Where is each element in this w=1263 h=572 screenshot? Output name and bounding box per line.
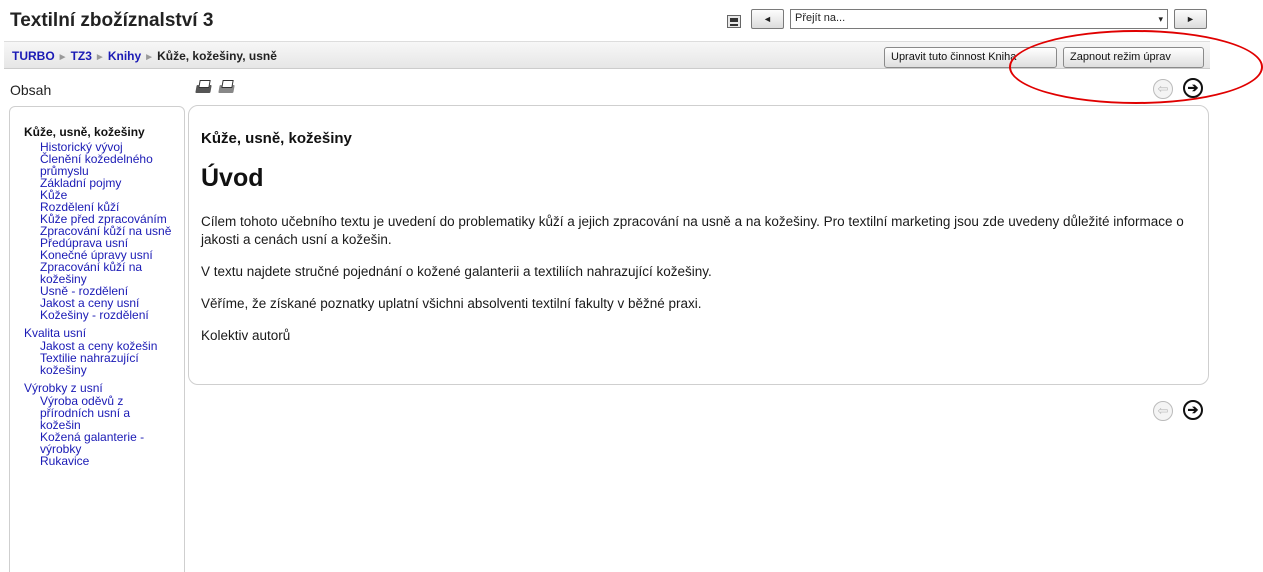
- toc-item[interactable]: Textilie nahrazující kožešiny: [40, 352, 170, 376]
- turn-editing-on-button[interactable]: Zapnout režim úprav: [1063, 47, 1204, 68]
- content-paragraph: Cílem tohoto učebního textu je uvedení d…: [201, 214, 1184, 247]
- page-title: Textilní zbožíznalství 3: [10, 10, 214, 31]
- print-chapter-icon[interactable]: [218, 80, 235, 95]
- toc-sublist: Historický vývoj Členění kožedelného prů…: [24, 141, 184, 321]
- content-paragraph: Věříme, že získané poznatky uplatní všic…: [201, 296, 702, 311]
- print-icons: [195, 80, 235, 95]
- next-activity-button[interactable]: ►: [1174, 9, 1207, 29]
- chapter-content: Kůže, usně, kožešiny Úvod Cílem tohoto u…: [188, 105, 1209, 385]
- toc-label: Obsah: [10, 82, 52, 98]
- next-chapter-icon[interactable]: ➔: [1183, 78, 1203, 98]
- chapter-heading: Úvod: [201, 164, 264, 192]
- table-of-contents: Kůže, usně, kožešiny Historický vývoj Čl…: [9, 106, 185, 572]
- toc-item[interactable]: Zpracování kůží na kožešiny: [40, 261, 175, 285]
- navigation-bar: TURBO ► TZ3 ► Knihy ► Kůže, kožešiny, usně Upr…: [4, 41, 1210, 69]
- breadcrumb-item-tz3[interactable]: TZ3: [71, 49, 92, 63]
- breadcrumb-item-turbo[interactable]: TURBO: [12, 49, 55, 63]
- jump-navigation: ◄ Přejít na... ▾ ►: [727, 9, 1207, 29]
- toc-item[interactable]: Kožešiny - rozdělení: [40, 309, 190, 321]
- page: Textilní zbožíznalství 3 ◄ Přejít na... …: [0, 0, 1263, 572]
- toc-sublist: Jakost a ceny kožešin Textilie nahrazují…: [24, 340, 184, 376]
- jump-to-select-value: Přejít na...: [795, 12, 846, 24]
- toc-item[interactable]: Výroba oděvů z přírodních usní a kožešin: [40, 395, 165, 431]
- chapter-title: Kůže, usně, kožešiny: [201, 130, 352, 147]
- jump-to-select[interactable]: Přejít na... ▾: [790, 9, 1168, 29]
- window-icon[interactable]: [727, 14, 741, 28]
- content-paragraph: Kolektiv autorů: [201, 328, 291, 343]
- toc-item[interactable]: Členění kožedelného průmyslu: [40, 153, 180, 177]
- toc-chapter-current: Kůže, usně, kožešiny: [24, 125, 145, 139]
- breadcrumb-item-knihy[interactable]: Knihy: [108, 49, 141, 63]
- prev-chapter-icon[interactable]: ⇦: [1153, 79, 1173, 99]
- content-paragraph: V textu najdete stručné pojednání o kože…: [201, 264, 712, 279]
- previous-activity-button[interactable]: ◄: [751, 9, 784, 29]
- breadcrumb-separator-icon: ►: [94, 52, 105, 63]
- toc-item[interactable]: Kožená galanterie - výrobky: [40, 431, 170, 455]
- chevron-down-icon: ▾: [1158, 14, 1163, 24]
- breadcrumb-separator-icon: ►: [57, 52, 68, 63]
- breadcrumb: TURBO ► TZ3 ► Knihy ► Kůže, kožešiny, usně: [12, 49, 277, 63]
- prev-chapter-bottom-icon[interactable]: ⇦: [1153, 401, 1173, 421]
- print-book-icon[interactable]: [195, 80, 212, 95]
- toc-item[interactable]: Rukavice: [40, 455, 190, 467]
- toc-sublist: Výroba oděvů z přírodních usní a kožešin…: [24, 395, 184, 467]
- edit-activity-button[interactable]: Upravit tuto činnost Kniha: [884, 47, 1057, 68]
- next-chapter-bottom-icon[interactable]: ➔: [1183, 400, 1203, 420]
- breadcrumb-separator-icon: ►: [144, 52, 155, 63]
- breadcrumb-current: Kůže, kožešiny, usně: [157, 49, 277, 63]
